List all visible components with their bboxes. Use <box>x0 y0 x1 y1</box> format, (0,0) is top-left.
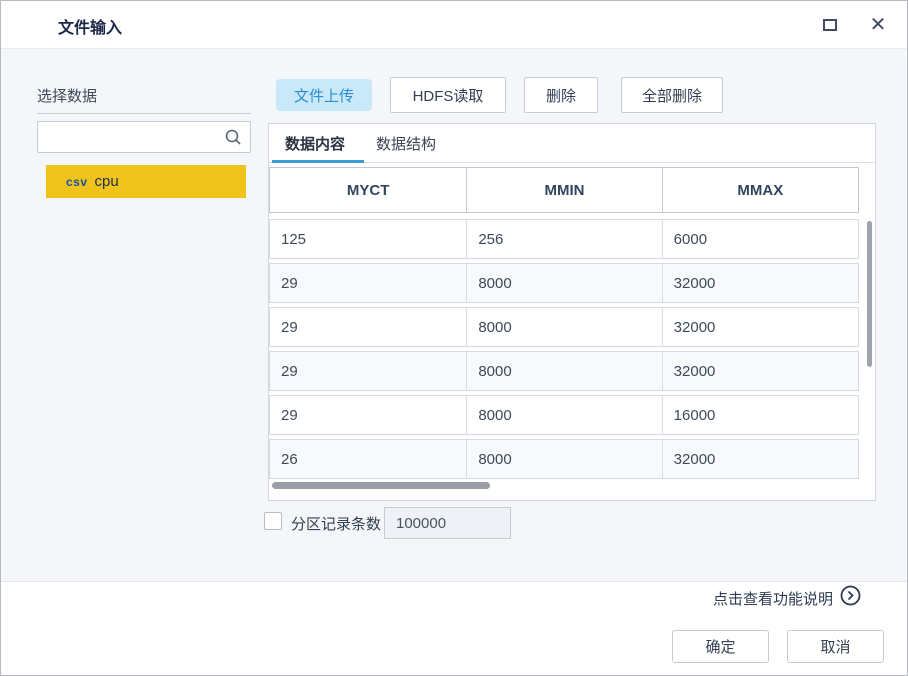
select-data-label: 选择数据 <box>37 85 251 114</box>
circle-arrow-icon <box>840 585 861 611</box>
partition-label: 分区记录条数 <box>291 516 382 533</box>
footer: 点击查看功能说明 确定 取消 <box>1 581 907 675</box>
delete-button[interactable]: 删除 <box>524 77 598 113</box>
help-link-label: 点击查看功能说明 <box>712 590 833 608</box>
table-row: 29 8000 16000 <box>269 395 859 435</box>
table-row: 29 8000 32000 <box>269 307 859 347</box>
file-upload-button[interactable]: 文件上传 <box>276 79 372 111</box>
table-cell: 32000 <box>673 274 716 292</box>
table-cell: 8000 <box>467 396 663 434</box>
panel-tabs: 数据内容 数据结构 <box>269 124 875 163</box>
delete-all-button[interactable]: 全部删除 <box>621 77 723 113</box>
search-input[interactable] <box>38 122 218 152</box>
partition-count-input[interactable] <box>384 507 511 539</box>
partition-checkbox[interactable] <box>264 512 282 530</box>
table-header-row: MYCT MMIN MMAX <box>269 167 859 213</box>
titlebar: 文件输入 ✕ <box>1 1 907 49</box>
table-cell: 29 <box>270 396 468 434</box>
table-cell: 125 <box>270 220 468 258</box>
file-input-dialog: 文件输入 ✕ 选择数据 csv cpu 文件上传 HDFS读取 删除 全部删除 … <box>0 0 908 676</box>
search-icon[interactable] <box>224 128 242 151</box>
column-header: MYCT <box>270 168 468 212</box>
horizontal-scrollbar[interactable] <box>272 482 490 489</box>
close-button[interactable]: ✕ <box>863 11 893 39</box>
active-tab-indicator <box>272 160 364 163</box>
dialog-title: 文件输入 <box>58 20 123 37</box>
tab-data-structure[interactable]: 数据结构 <box>376 133 436 154</box>
hdfs-read-button[interactable]: HDFS读取 <box>390 77 506 113</box>
table-cell: 256 <box>467 220 663 258</box>
help-link[interactable]: 点击查看功能说明 <box>713 585 861 611</box>
dataset-search <box>37 121 251 153</box>
table-cell: 29 <box>270 264 468 302</box>
table-cell: 8000 <box>467 308 663 346</box>
column-header: MMIN <box>467 168 663 212</box>
maximize-icon <box>823 19 837 31</box>
close-icon: ✕ <box>869 14 887 36</box>
dataset-name: cpu <box>94 173 119 190</box>
table-cell: 29 <box>270 352 468 390</box>
column-header: MMAX <box>737 181 784 199</box>
table-cell: 16000 <box>673 406 716 424</box>
table-body: 125 256 6000 29 8000 32000 29 8000 32000… <box>269 219 859 483</box>
table-cell: 8000 <box>467 264 663 302</box>
tab-data-content[interactable]: 数据内容 <box>285 133 345 154</box>
table-row: 26 8000 32000 <box>269 439 859 479</box>
ok-button[interactable]: 确定 <box>672 630 769 663</box>
table-cell: 8000 <box>467 352 663 390</box>
cancel-button[interactable]: 取消 <box>787 630 884 663</box>
csv-type-badge: csv <box>66 174 88 189</box>
table-cell: 32000 <box>673 362 716 380</box>
table-cell: 6000 <box>673 230 708 248</box>
table-cell: 26 <box>270 440 468 478</box>
table-cell: 29 <box>270 308 468 346</box>
table-row: 29 8000 32000 <box>269 351 859 391</box>
data-panel: 数据内容 数据结构 MYCT MMIN MMAX 125 256 6000 29… <box>268 123 876 501</box>
vertical-scrollbar[interactable] <box>867 221 872 367</box>
table-cell: 32000 <box>673 450 716 468</box>
table-cell: 8000 <box>467 440 663 478</box>
table-row: 29 8000 32000 <box>269 263 859 303</box>
table-cell: 32000 <box>673 318 716 336</box>
dataset-item-cpu[interactable]: csv cpu <box>46 165 246 198</box>
maximize-button[interactable] <box>815 11 845 39</box>
table-row: 125 256 6000 <box>269 219 859 259</box>
